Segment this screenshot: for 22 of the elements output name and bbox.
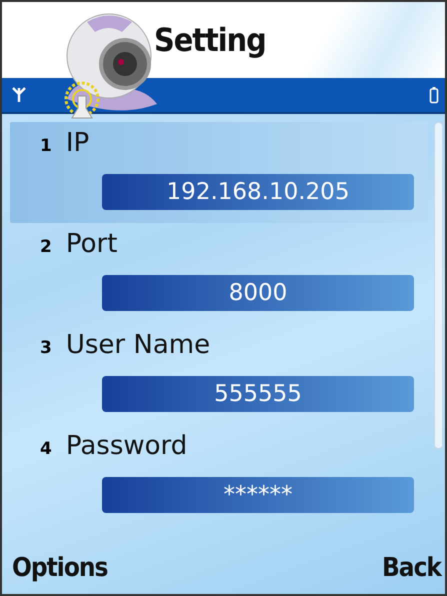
signal-icon [12,87,26,103]
back-softkey[interactable]: Back [382,553,441,583]
value-field[interactable]: 192.168.10.205 [102,174,414,210]
setting-item[interactable]: 3 User Name 555555 [10,324,428,425]
field-label: User Name [66,330,210,360]
item-number: 4 [40,439,52,459]
selected-setting-item[interactable]: 1 IP 192.168.10.205 [10,122,428,223]
scrollbar[interactable] [434,122,443,449]
item-number: 3 [40,338,52,358]
field-label: IP [66,128,90,158]
value-field[interactable]: ****** [102,477,414,513]
field-label: Port [66,229,118,259]
field-label: Password [66,431,188,461]
battery-icon [429,86,439,104]
options-softkey[interactable]: Options [12,553,108,583]
setting-item[interactable]: 4 Password ****** [10,425,428,526]
setting-item[interactable]: 2 Port 8000 [10,223,428,324]
value-field[interactable]: 555555 [102,376,414,412]
item-number: 1 [40,136,52,156]
value-field[interactable]: 8000 [102,275,414,311]
screen-title: Setting [154,21,266,59]
item-number: 2 [40,237,52,257]
